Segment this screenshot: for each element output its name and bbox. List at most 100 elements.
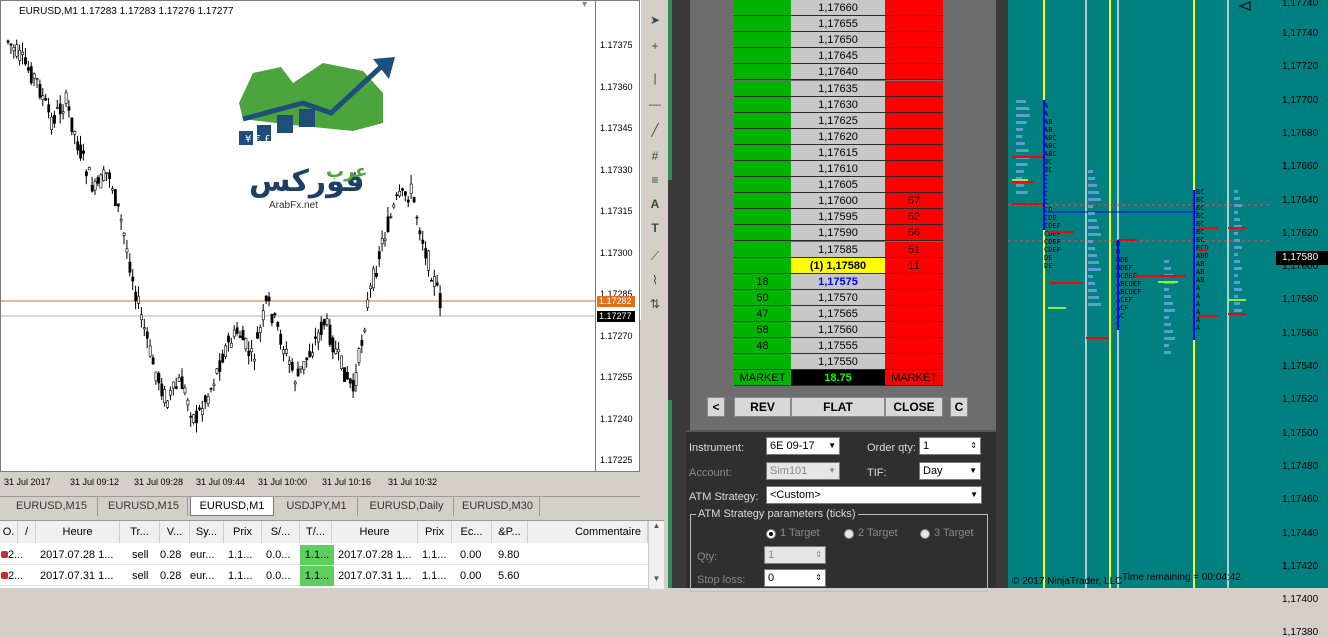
ask-cell[interactable] bbox=[885, 273, 943, 290]
table-row[interactable]: 2... 2017.07.31 1... sell 0.28 eur... 1.1... 0… bbox=[0, 566, 648, 586]
tab-eurusd-m15[interactable]: EURUSD,M15 bbox=[100, 497, 188, 516]
rev-button[interactable]: REV bbox=[734, 397, 791, 417]
bid-cell[interactable] bbox=[734, 128, 791, 145]
bid-cell[interactable]: 50 bbox=[734, 289, 791, 306]
stepper-icon[interactable]: ⇕ bbox=[815, 547, 822, 563]
bid-cell[interactable] bbox=[734, 161, 791, 177]
crosshair-icon[interactable]: + bbox=[645, 36, 665, 56]
bid-cell[interactable] bbox=[734, 257, 791, 274]
column-header[interactable]: V... bbox=[160, 521, 190, 543]
ask-cell[interactable] bbox=[885, 32, 943, 49]
stop-loss-stepper[interactable]: 0 ⇕ bbox=[764, 569, 826, 587]
bid-cell[interactable]: 48 bbox=[734, 338, 791, 355]
ask-cell[interactable]: 52 bbox=[885, 209, 943, 226]
price-cell[interactable]: 1,17590 bbox=[791, 225, 885, 242]
bid-cell[interactable] bbox=[734, 16, 791, 33]
price-cell[interactable]: 1,17660 bbox=[791, 0, 885, 16]
price-cell[interactable]: 1,17635 bbox=[791, 80, 885, 97]
qty-stepper[interactable]: 1 ⇕ bbox=[764, 546, 826, 564]
horizontal-line-icon[interactable]: — bbox=[645, 94, 665, 114]
bid-cell[interactable] bbox=[734, 241, 791, 258]
column-header[interactable]: Commentaire bbox=[528, 521, 648, 543]
ask-cell[interactable] bbox=[885, 354, 943, 371]
ask-cell[interactable] bbox=[885, 128, 943, 145]
text-icon[interactable]: A bbox=[645, 194, 665, 214]
price-cell[interactable]: 1,17595 bbox=[791, 209, 885, 226]
bid-cell[interactable]: 18 bbox=[734, 273, 791, 290]
price-cell[interactable]: 1,17615 bbox=[791, 144, 885, 161]
ask-cell[interactable] bbox=[885, 161, 943, 177]
column-header[interactable]: T/... bbox=[300, 521, 332, 543]
price-cell[interactable]: 1,17600 bbox=[791, 193, 885, 210]
stepper-icon[interactable]: ⇕ bbox=[815, 570, 822, 586]
ask-cell[interactable] bbox=[885, 0, 943, 16]
market-buy-button[interactable]: MARKET bbox=[734, 370, 791, 387]
bid-cell[interactable]: 58 bbox=[734, 322, 791, 338]
price-cell[interactable]: 1,17555 bbox=[791, 338, 885, 355]
column-header[interactable]: Prix bbox=[418, 521, 452, 543]
ask-cell[interactable] bbox=[885, 177, 943, 194]
terminal-scrollbar[interactable]: ▲ ▼ bbox=[648, 521, 664, 589]
price-cell[interactable]: 1,17550 bbox=[791, 354, 885, 371]
ask-cell[interactable] bbox=[885, 322, 943, 338]
column-header[interactable]: / bbox=[18, 521, 36, 543]
fibo-fan-icon[interactable]: ⟋ bbox=[645, 246, 665, 266]
instrument-select[interactable]: 6E 09-17 ▼ bbox=[766, 437, 840, 455]
price-cell[interactable]: 1,17575 bbox=[791, 273, 885, 290]
ask-cell[interactable] bbox=[885, 144, 943, 161]
table-row[interactable]: 2... 2017.07.28 1... sell 0.28 eur... 1.1... 0… bbox=[0, 545, 648, 565]
price-cell[interactable]: 1,17560 bbox=[791, 322, 885, 338]
fibo-icon[interactable]: ≡ bbox=[645, 170, 665, 190]
ask-cell[interactable] bbox=[885, 305, 943, 322]
column-header[interactable]: &P... bbox=[492, 521, 528, 543]
tpo-chart[interactable]: A A AB AB ABC ABC ABC BC BC C C C C CD CDE CDEF CDEF CDEF… bbox=[1008, 0, 1270, 588]
ask-cell[interactable] bbox=[885, 112, 943, 129]
bid-cell[interactable] bbox=[734, 96, 791, 113]
lt-button[interactable]: < bbox=[707, 397, 725, 417]
ask-cell[interactable] bbox=[885, 16, 943, 33]
bid-cell[interactable] bbox=[734, 177, 791, 194]
bid-cell[interactable] bbox=[734, 64, 791, 81]
ask-cell[interactable] bbox=[885, 338, 943, 355]
bid-cell[interactable] bbox=[734, 32, 791, 49]
ask-cell[interactable] bbox=[885, 96, 943, 113]
bid-cell[interactable] bbox=[734, 144, 791, 161]
price-cell[interactable]: 1,17645 bbox=[791, 48, 885, 65]
label-icon[interactable]: T bbox=[645, 218, 665, 238]
column-header[interactable]: Ec... bbox=[452, 521, 492, 543]
ask-cell[interactable] bbox=[885, 80, 943, 97]
ask-cell[interactable]: 57 bbox=[885, 193, 943, 210]
bid-cell[interactable] bbox=[734, 193, 791, 210]
column-header[interactable]: Prix bbox=[224, 521, 262, 543]
gann-icon[interactable]: # bbox=[645, 146, 665, 166]
market-sell-button[interactable]: MARKET bbox=[885, 370, 943, 387]
target3-radio[interactable] bbox=[920, 529, 930, 539]
ask-cell[interactable]: 51 bbox=[885, 241, 943, 258]
ask-cell[interactable]: 56 bbox=[885, 225, 943, 242]
column-header[interactable]: Heure bbox=[36, 521, 120, 543]
bid-cell[interactable] bbox=[734, 209, 791, 226]
account-select[interactable]: Sim101 ▼ bbox=[766, 462, 840, 480]
price-cell[interactable]: 1,17640 bbox=[791, 64, 885, 81]
price-cell[interactable]: 1,17620 bbox=[791, 128, 885, 145]
elliott-icon[interactable]: ⌇ bbox=[645, 270, 665, 290]
order-qty-stepper[interactable]: 1 ⇕ bbox=[919, 437, 981, 455]
ask-cell[interactable]: 11 bbox=[885, 257, 943, 274]
bid-cell[interactable]: 47 bbox=[734, 305, 791, 322]
c-button[interactable]: C bbox=[950, 397, 968, 417]
ask-cell[interactable] bbox=[885, 289, 943, 306]
arrows-icon[interactable]: ⇅ bbox=[645, 294, 665, 314]
price-cell[interactable]: 1,17625 bbox=[791, 112, 885, 129]
column-header[interactable]: S/... bbox=[262, 521, 300, 543]
cursor-icon[interactable]: ➤ bbox=[645, 10, 665, 30]
bid-cell[interactable] bbox=[734, 112, 791, 129]
bid-cell[interactable] bbox=[734, 354, 791, 371]
vertical-line-icon[interactable]: | bbox=[645, 68, 665, 88]
price-cell[interactable]: 1,17630 bbox=[791, 96, 885, 113]
tab-eurusd-daily[interactable]: EURUSD,Daily bbox=[360, 497, 454, 516]
bid-cell[interactable] bbox=[734, 225, 791, 242]
bid-cell[interactable] bbox=[734, 0, 791, 16]
price-cell[interactable]: 1,17565 bbox=[791, 305, 885, 322]
tab-eurusd-m1[interactable]: EURUSD,M1 bbox=[190, 497, 274, 516]
column-header[interactable]: Sy... bbox=[190, 521, 224, 543]
